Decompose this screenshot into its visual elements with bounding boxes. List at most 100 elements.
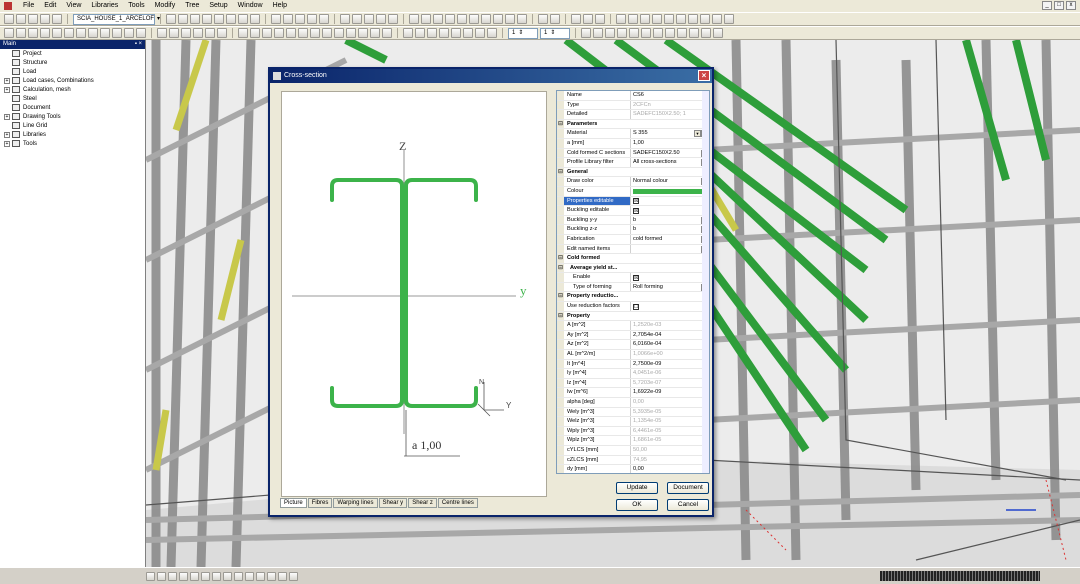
property-row[interactable]: Name CS6 — [557, 91, 709, 101]
property-row[interactable]: Type 2CFCn — [557, 100, 709, 111]
status-more-icon[interactable] — [289, 571, 298, 581]
save-icon[interactable] — [28, 14, 38, 24]
property-value[interactable]: b▼ — [631, 225, 709, 234]
property-row[interactable]: Iy [m^4] 4,0451e-06 — [557, 369, 709, 379]
surface-load-icon[interactable] — [193, 28, 203, 38]
property-value[interactable]: 1,6861e-05 — [631, 436, 709, 445]
property-value[interactable]: 1,00 — [631, 139, 709, 148]
tree-item-libraries[interactable]: + Libraries — [0, 130, 145, 139]
spin-input-2[interactable]: 1 ⇕ — [540, 27, 570, 39]
view-x-icon[interactable] — [616, 14, 626, 24]
property-scrollbar[interactable] — [702, 91, 709, 473]
load-icon[interactable] — [157, 28, 167, 38]
tree-item-tools[interactable]: + Tools — [0, 139, 145, 148]
tree-item-steel[interactable]: Steel — [0, 94, 145, 103]
temp-load-icon[interactable] — [217, 28, 227, 38]
tab-shear-z[interactable]: Shear z — [408, 498, 437, 508]
menu-edit[interactable]: Edit — [39, 0, 61, 12]
view-params-icon[interactable] — [550, 14, 560, 24]
weld-icon[interactable] — [310, 28, 320, 38]
status-grid-icon[interactable] — [157, 571, 166, 581]
property-section[interactable]: ⊟ Average yield st... — [557, 263, 709, 274]
extend-icon[interactable] — [487, 28, 497, 38]
property-section[interactable]: ⊟ General — [557, 167, 709, 178]
color-swatch[interactable] — [633, 188, 707, 194]
light-icon[interactable] — [505, 14, 515, 24]
property-value[interactable]: 1,1354e-05 — [631, 417, 709, 426]
property-value[interactable]: CS6 — [631, 91, 709, 100]
view-axo-icon[interactable] — [652, 14, 662, 24]
property-value[interactable]: 4,0451e-06 — [631, 369, 709, 378]
menu-tree[interactable]: Tree — [180, 0, 204, 12]
property-value[interactable]: 1,0066e+00 — [631, 350, 709, 359]
property-section[interactable]: ⊟ Cold formed — [557, 254, 709, 264]
property-row[interactable]: Type of formingRoll forming▼ — [557, 282, 709, 293]
property-row[interactable]: Enable ☒ — [557, 273, 709, 283]
status-axes-icon[interactable] — [212, 571, 221, 581]
activity-icon[interactable] — [653, 28, 663, 38]
expand-icon[interactable]: + — [4, 140, 10, 147]
expand-icon[interactable]: + — [4, 131, 10, 138]
status-render-icon[interactable] — [201, 571, 210, 581]
spin-input-1[interactable]: 1 ⇕ — [508, 27, 538, 39]
cut-plane-icon[interactable] — [382, 28, 392, 38]
property-row[interactable]: Wplz [m^3] 1,6861e-05 — [557, 436, 709, 446]
status-snap-icon[interactable] — [146, 571, 155, 581]
filter-icon[interactable] — [364, 14, 374, 24]
pan-icon[interactable] — [421, 14, 431, 24]
property-value[interactable]: ☒ — [631, 206, 709, 215]
property-value[interactable]: SADEFC150X2.50... — [631, 149, 709, 158]
tree-item-drawing-tools[interactable]: + Drawing Tools — [0, 112, 145, 121]
property-row[interactable]: Fabricationcold formed▼ — [557, 234, 709, 245]
tab-shear-y[interactable]: Shear y — [378, 498, 408, 508]
property-row[interactable]: alpha [deg] 0,00 — [557, 398, 709, 408]
lock-icon[interactable] — [376, 14, 386, 24]
view-left-icon[interactable] — [700, 14, 710, 24]
tree-item-calculation-mesh[interactable]: + Calculation, mesh — [0, 85, 145, 94]
redo-icon[interactable] — [178, 14, 188, 24]
property-row[interactable]: Wely [m^3] 5,3935e-05 — [557, 407, 709, 418]
status-select-icon[interactable] — [179, 571, 188, 581]
report-icon[interactable] — [307, 14, 317, 24]
property-value[interactable]: Normal colour▼ — [631, 177, 709, 186]
column-icon[interactable] — [112, 28, 122, 38]
property-value[interactable]: 6,0160e-04 — [631, 340, 709, 349]
property-row[interactable]: Wply [m^3] 6,4461e-05 — [557, 426, 709, 437]
rigid-arm-icon[interactable] — [88, 28, 98, 38]
storey-icon[interactable] — [677, 28, 687, 38]
close-window-button[interactable]: x — [1066, 1, 1076, 10]
status-camera-icon[interactable] — [245, 571, 254, 581]
tree-item-document[interactable]: Document — [0, 103, 145, 112]
property-row[interactable]: Buckling editable ☒ — [557, 206, 709, 216]
results-icon[interactable] — [262, 28, 272, 38]
status-labels-icon[interactable] — [223, 571, 232, 581]
collapse-icon[interactable]: ⊟ — [557, 263, 564, 273]
tab-picture[interactable]: Picture — [280, 498, 307, 508]
support-icon[interactable] — [64, 28, 74, 38]
stiffener-icon[interactable] — [334, 28, 344, 38]
property-row[interactable]: Properties editable ☒ — [557, 196, 709, 207]
scale-icon[interactable] — [451, 28, 461, 38]
calc-icon[interactable] — [250, 28, 260, 38]
property-value[interactable]: 50,00 — [631, 446, 709, 455]
zoom-window-icon[interactable] — [469, 14, 479, 24]
view-y-icon[interactable] — [628, 14, 638, 24]
menu-help[interactable]: Help — [268, 0, 292, 12]
tree-item-project[interactable]: Project — [0, 49, 145, 58]
view-front-icon[interactable] — [676, 14, 686, 24]
copy-icon[interactable] — [202, 14, 212, 24]
menu-libraries[interactable]: Libraries — [86, 0, 123, 12]
property-value[interactable]: ... — [631, 245, 709, 254]
delete-icon[interactable] — [226, 14, 236, 24]
menu-tools[interactable]: Tools — [123, 0, 149, 12]
opening-icon[interactable] — [346, 28, 356, 38]
expand-icon[interactable]: + — [4, 77, 10, 84]
property-value[interactable]: 74,95 — [631, 456, 709, 465]
property-value[interactable]: All cross-sections▼ — [631, 158, 709, 167]
property-row[interactable]: Profile Library filter All cross-sections… — [557, 158, 709, 168]
property-value[interactable]: ☒ — [631, 197, 709, 206]
menu-setup[interactable]: Setup — [204, 0, 232, 12]
mesh-icon[interactable] — [238, 28, 248, 38]
view-settings-icon[interactable] — [538, 14, 548, 24]
wall-icon[interactable] — [52, 28, 62, 38]
